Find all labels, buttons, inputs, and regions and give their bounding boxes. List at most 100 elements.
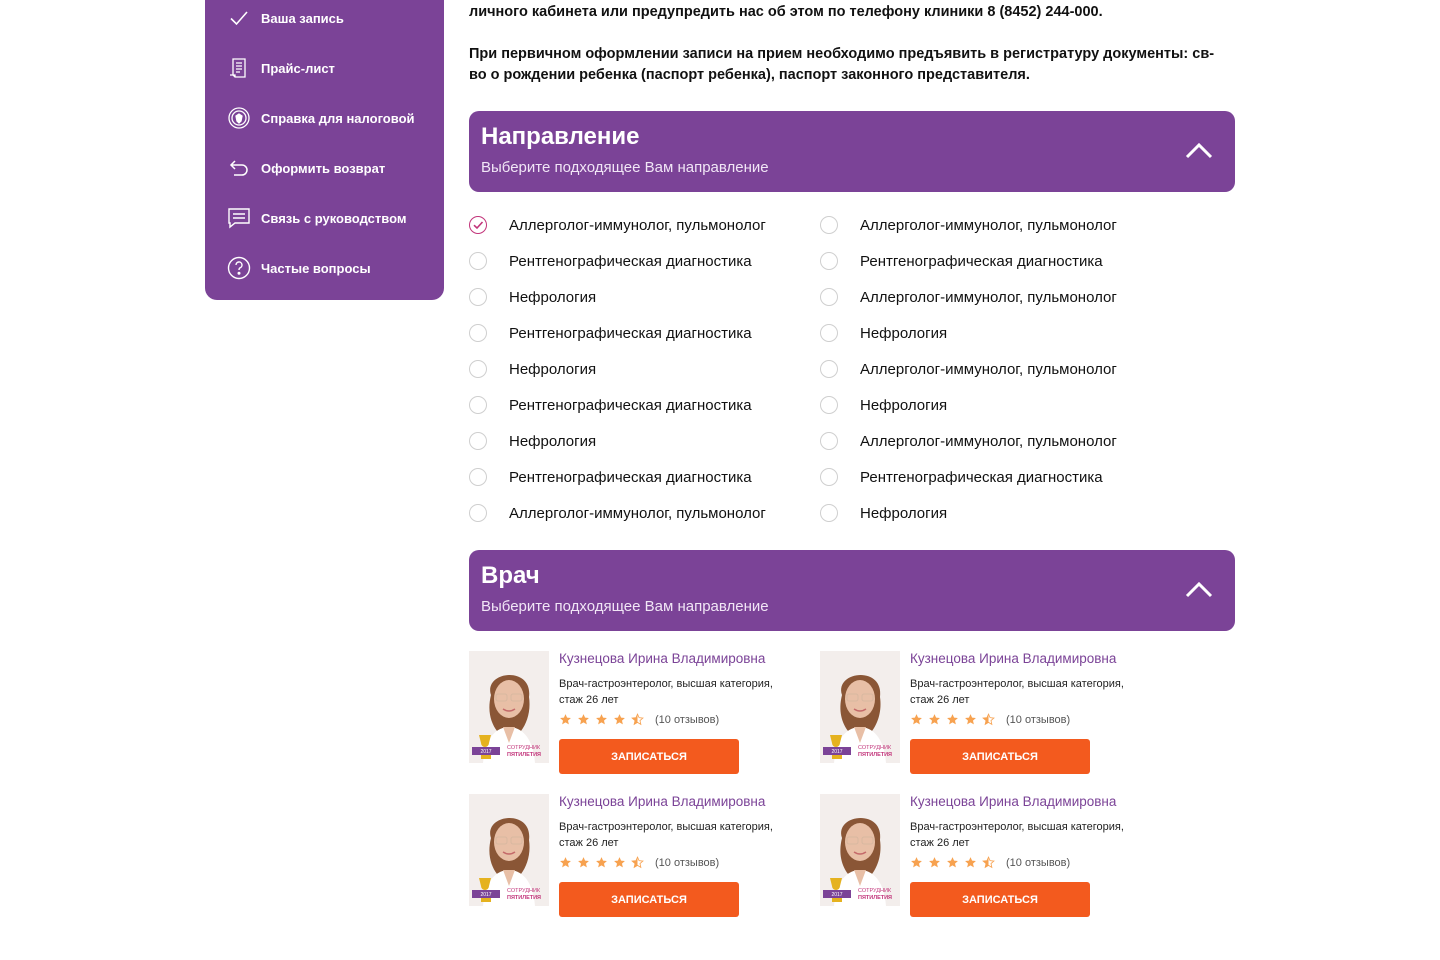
radio-icon[interactable] [469, 504, 487, 522]
radio-icon[interactable] [469, 252, 487, 270]
rating-stars: (10 отзывов) [559, 713, 719, 726]
book-appointment-button[interactable]: ЗАПИСАТЬСЯ [910, 882, 1090, 917]
sidebar-item-label: Оформить возврат [261, 160, 386, 176]
direction-option[interactable]: Аллерголог-иммунолог, пульмонолог [820, 285, 1117, 309]
radio-icon[interactable] [820, 396, 838, 414]
radio-icon[interactable] [820, 216, 838, 234]
direction-option-label: Аллерголог-иммунолог, пульмонолог [860, 216, 1117, 234]
rating-stars: (10 отзывов) [559, 856, 719, 869]
sidebar-item-your-appointment[interactable]: Ваша запись [227, 3, 344, 33]
reviews-count: (10 отзывов) [655, 713, 720, 726]
direction-option[interactable]: Аллерголог-иммунолог, пульмонолог [469, 213, 766, 237]
radio-icon[interactable] [820, 324, 838, 342]
star-full-icon [560, 857, 571, 868]
direction-option[interactable]: Нефрология [820, 393, 947, 417]
direction-option[interactable]: Нефрология [469, 285, 596, 309]
sidebar-item-refund[interactable]: Оформить возврат [227, 153, 385, 183]
sidebar-item-price-list[interactable]: Прайс-лист [227, 53, 335, 83]
badge-line2: ПЯТИЛЕТИЯ [507, 895, 541, 901]
doctor-title: Врач [481, 562, 540, 589]
doctor-photo: 2017 СОТРУДНИК ПЯТИЛЕТИЯ [469, 651, 549, 763]
star-full-icon [965, 857, 976, 868]
doctor-card: 2017 СОТРУДНИК ПЯТИЛЕТИЯ Кузнецова Ирина… [820, 651, 1160, 776]
star-full-icon [578, 714, 589, 725]
direction-option-label: Рентгенографическая диагностика [509, 396, 752, 414]
radio-icon[interactable] [469, 360, 487, 378]
direction-option[interactable]: Аллерголог-иммунолог, пульмонолог [469, 501, 766, 525]
star-half-icon [631, 713, 644, 726]
chevron-up-icon[interactable] [1183, 137, 1215, 165]
star-full-icon [614, 714, 625, 725]
doctor-photo-frame: 2017 СОТРУДНИК ПЯТИЛЕТИЯ [469, 794, 549, 906]
direction-option[interactable]: Рентгенографическая диагностика [469, 321, 752, 345]
direction-option[interactable]: Аллерголог-иммунолог, пульмонолог [820, 357, 1117, 381]
badge-line2: ПЯТИЛЕТИЯ [507, 752, 541, 758]
book-appointment-button[interactable]: ЗАПИСАТЬСЯ [559, 882, 739, 917]
sidebar: Ваша запись Прайс-лист Справка для налог… [205, 0, 444, 300]
doctor-name-link[interactable]: Кузнецова Ирина Владимировна [910, 794, 1116, 809]
radio-icon[interactable] [469, 324, 487, 342]
direction-option-label: Рентгенографическая диагностика [860, 468, 1103, 486]
star-full-icon [947, 714, 958, 725]
radio-icon[interactable] [820, 504, 838, 522]
radio-icon[interactable] [820, 468, 838, 486]
doctor-photo: 2017 СОТРУДНИК ПЯТИЛЕТИЯ [820, 794, 900, 906]
doctor-card: 2017 СОТРУДНИК ПЯТИЛЕТИЯ Кузнецова Ирина… [820, 794, 1160, 919]
direction-panel-header[interactable]: Направление Выберите подходящее Вам напр… [469, 111, 1235, 192]
direction-option[interactable]: Нефрология [469, 429, 596, 453]
badge-year: 2017 [480, 892, 491, 898]
direction-option[interactable]: Аллерголог-иммунолог, пульмонолог [820, 429, 1117, 453]
star-half-icon [982, 713, 995, 726]
direction-option[interactable]: Рентгенографическая диагностика [820, 249, 1103, 273]
direction-option-label: Нефрология [860, 504, 948, 522]
book-appointment-button[interactable]: ЗАПИСАТЬСЯ [559, 739, 739, 774]
radio-icon[interactable] [469, 432, 487, 450]
intro-text-line1: личного кабинета или предупредить нас об… [469, 4, 1103, 20]
doctor-photo: 2017 СОТРУДНИК ПЯТИЛЕТИЯ [820, 651, 900, 763]
direction-option-label: Рентгенографическая диагностика [509, 252, 752, 270]
doctor-specialty: Врач-гастроэнтеролог, высшая категория, … [910, 821, 1124, 849]
radio-icon[interactable] [820, 252, 838, 270]
star-full-icon [578, 857, 589, 868]
radio-checked-icon[interactable] [469, 216, 487, 234]
direction-option[interactable]: Нефрология [820, 501, 947, 525]
radio-icon[interactable] [469, 468, 487, 486]
doctor-photo-frame: 2017 СОТРУДНИК ПЯТИЛЕТИЯ [820, 794, 900, 906]
radio-icon[interactable] [820, 432, 838, 450]
sidebar-item-management-contact[interactable]: Связь с руководством [227, 203, 406, 233]
direction-option[interactable]: Нефрология [469, 357, 596, 381]
direction-option[interactable]: Аллерголог-иммунолог, пульмонолог [820, 213, 1117, 237]
badge-line2: ПЯТИЛЕТИЯ [858, 895, 892, 901]
tax-emblem-icon [227, 106, 251, 130]
star-full-icon [614, 857, 625, 868]
direction-option-label: Рентгенографическая диагностика [860, 252, 1103, 270]
sidebar-item-tax-certificate[interactable]: Справка для налоговой [227, 103, 415, 133]
doctor-panel-header[interactable]: Врач Выберите подходящее Вам направление [469, 550, 1235, 631]
sidebar-item-faq[interactable]: Частые вопросы [227, 253, 371, 283]
message-icon [227, 206, 251, 230]
direction-title: Направление [481, 123, 640, 150]
doctor-card: 2017 СОТРУДНИК ПЯТИЛЕТИЯ Кузнецова Ирина… [469, 651, 809, 776]
star-half-icon [631, 856, 644, 869]
doctor-name-link[interactable]: Кузнецова Ирина Владимировна [559, 651, 765, 666]
radio-icon[interactable] [469, 288, 487, 306]
radio-icon[interactable] [820, 360, 838, 378]
direction-option[interactable]: Рентгенографическая диагностика [469, 249, 752, 273]
badge-year: 2017 [831, 892, 842, 898]
star-half-icon [982, 856, 995, 869]
radio-icon[interactable] [469, 396, 487, 414]
direction-option[interactable]: Нефрология [820, 321, 947, 345]
intro-text-documents: При первичном оформлении записи на прием… [469, 46, 1215, 83]
direction-option[interactable]: Рентгенографическая диагностика [469, 465, 752, 489]
star-full-icon [911, 857, 922, 868]
badge-line1: СОТРУДНИК [507, 745, 541, 751]
direction-option[interactable]: Рентгенографическая диагностика [820, 465, 1103, 489]
doctor-specialty: Врач-гастроэнтеролог, высшая категория, … [559, 678, 773, 706]
radio-icon[interactable] [820, 288, 838, 306]
book-appointment-button[interactable]: ЗАПИСАТЬСЯ [910, 739, 1090, 774]
chevron-up-icon[interactable] [1183, 576, 1215, 604]
doctor-name-link[interactable]: Кузнецова Ирина Владимировна [559, 794, 765, 809]
sidebar-item-label: Справка для налоговой [261, 110, 415, 126]
direction-option[interactable]: Рентгенографическая диагностика [469, 393, 752, 417]
doctor-name-link[interactable]: Кузнецова Ирина Владимировна [910, 651, 1116, 666]
